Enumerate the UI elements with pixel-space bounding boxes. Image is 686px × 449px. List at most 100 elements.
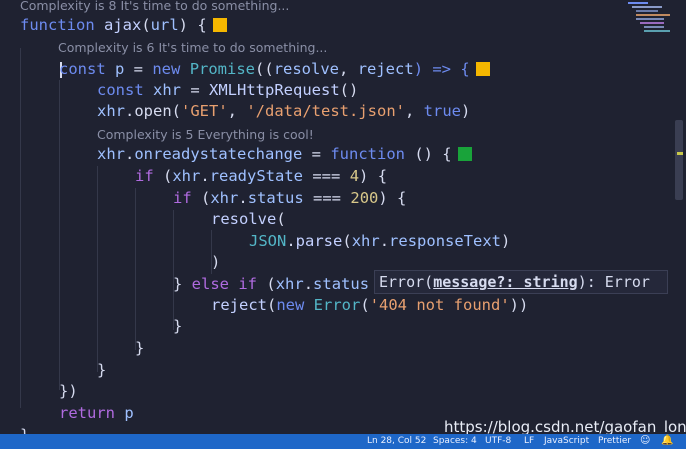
code-token: return (59, 404, 115, 422)
code-token: .open( (125, 102, 181, 120)
code-token: ( (342, 232, 352, 250)
code-line: reject(new Error('404 not found')) (211, 294, 528, 316)
code-editor[interactable]: Complexity is 8 It's time to do somethin… (0, 0, 686, 434)
code-token: ( (267, 296, 277, 314)
code-line: } else if (xhr.status (173, 273, 369, 295)
status-indentation[interactable]: Spaces: 4 (433, 436, 477, 446)
code-token: function (330, 145, 405, 163)
status-language[interactable]: JavaScript (544, 436, 589, 446)
complexity-warning-icon (475, 62, 490, 76)
code-token: === (303, 189, 351, 207)
minimap-line (644, 26, 664, 28)
code-token: resolve (211, 210, 277, 228)
signature-help-tooltip: Error(message?: string): Error (374, 270, 668, 294)
code-token: ( (257, 275, 276, 293)
tooltip-fn-name: Error( (379, 273, 434, 291)
code-token: 4 (349, 167, 360, 185)
code-token: ( (360, 296, 370, 314)
code-token: url (150, 16, 179, 34)
code-token: parse (295, 232, 343, 250)
code-token: 200 (350, 189, 379, 207)
code-token: } (20, 426, 29, 434)
code-token: xhr (275, 275, 304, 293)
code-token: } (173, 317, 183, 335)
minimap-line (636, 10, 658, 12)
code-token: xhr (97, 102, 125, 120)
code-token: xhr (143, 81, 191, 99)
code-token: '404 not found' (369, 296, 510, 314)
tooltip-return-type: ): Error (577, 273, 650, 291)
status-cursor-position[interactable]: Ln 28, Col 52 (367, 436, 426, 446)
code-line: } (173, 315, 182, 337)
code-token: , (339, 60, 358, 78)
code-token: xhr (351, 232, 380, 250)
code-token: . (238, 189, 248, 207)
minimap-line (636, 18, 664, 20)
code-token: , (227, 102, 247, 120)
code-token: '/data/test.json' (246, 102, 405, 120)
code-lens-complexity[interactable]: Complexity is 5 Everything is cool! (97, 127, 314, 142)
code-token: Error (304, 296, 361, 314)
code-line: if (xhr.readyState === 4) { (135, 165, 387, 187)
code-token: = (190, 81, 200, 99)
code-token: } (97, 361, 107, 379)
code-token: ) { (178, 16, 207, 34)
code-token: ) (501, 232, 511, 250)
code-line: xhr.open('GET', '/data/test.json', true) (97, 100, 470, 122)
code-token: onreadystatechange (134, 145, 303, 163)
code-token: ( (153, 167, 173, 185)
code-token: if (135, 167, 154, 185)
code-token: . (200, 167, 210, 185)
code-line: xhr.onreadystatechange = function () { (97, 143, 472, 165)
code-line: } (20, 424, 29, 434)
code-line: function ajax(url) { (20, 14, 227, 36)
code-lens-complexity[interactable]: Complexity is 6 It's time to do somethin… (58, 40, 327, 55)
code-token: (( (255, 60, 274, 78)
minimap[interactable] (624, 0, 670, 36)
minimap-line (636, 14, 670, 16)
scrollbar-marker (677, 152, 683, 155)
code-token: if (238, 275, 258, 293)
feedback-icon[interactable]: ☺ (640, 435, 650, 446)
status-formatter[interactable]: Prettier (598, 436, 631, 446)
code-token: ajax (94, 16, 142, 34)
tooltip-active-param: message?: string (433, 273, 578, 291)
indent-guide (59, 80, 60, 390)
code-line: }) (59, 380, 78, 402)
status-eol[interactable]: LF (524, 436, 534, 446)
code-token: . (125, 145, 135, 163)
complexity-warning-icon (212, 18, 227, 32)
code-token: readyState (209, 167, 304, 185)
code-lens-complexity[interactable]: Complexity is 8 It's time to do somethin… (20, 0, 289, 13)
minimap-line (644, 30, 670, 32)
notifications-bell-icon[interactable]: 🔔 (661, 435, 673, 446)
code-line: const xhr = XMLHttpRequest() (97, 79, 358, 101)
code-token: ( (276, 210, 286, 228)
code-token: status (313, 275, 370, 293)
code-token: () (339, 81, 359, 99)
code-token: reject (357, 60, 414, 78)
code-token: resolve (273, 60, 340, 78)
code-line: const p = new Promise((resolve, reject) … (59, 58, 490, 80)
code-line: return p (59, 402, 134, 424)
status-encoding[interactable]: UTF-8 (485, 436, 511, 446)
code-token: 'GET' (181, 102, 228, 120)
code-token: . (286, 232, 296, 250)
code-token: JSON (249, 232, 287, 250)
code-line: ) (211, 251, 220, 273)
code-token: XMLHttpRequest (199, 81, 340, 99)
code-line: } (97, 359, 106, 381)
code-token: else (191, 275, 229, 293)
code-token: === (303, 167, 350, 185)
indent-guide (20, 48, 21, 408)
code-token: ( (191, 189, 211, 207)
code-token: ) (211, 253, 221, 271)
code-token: () { (404, 145, 452, 163)
code-token: p (115, 404, 134, 422)
code-token: }) (59, 382, 78, 400)
code-token: responseText (389, 232, 502, 250)
vertical-scrollbar[interactable] (675, 120, 683, 200)
code-token: Promise (189, 60, 256, 78)
code-token: const (59, 60, 106, 78)
